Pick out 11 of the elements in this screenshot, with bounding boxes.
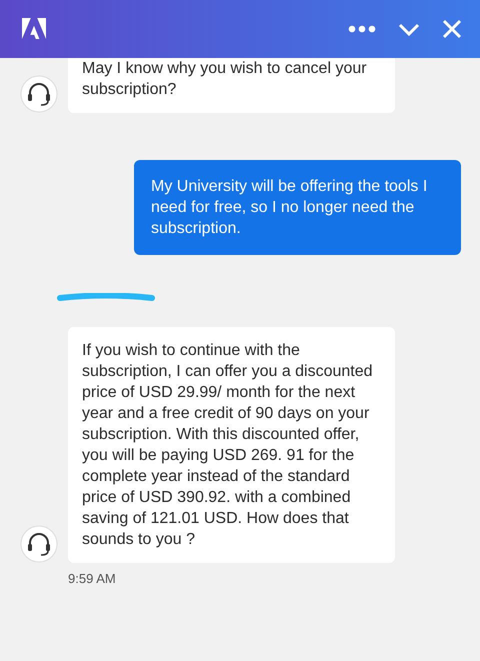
message-time: 9:59 AM [68, 570, 117, 588]
close-button[interactable] [442, 19, 462, 39]
more-icon [348, 25, 376, 33]
agent-message: May I know why you wish to cancel your subscription? [68, 58, 395, 113]
user-message: My University will be offering the tools I need for free, so I no longer need the subscription. [134, 160, 461, 255]
agent-message: If you wish to continue with the subscription, I can offer you a discounted price of USD 29.99/ month for the next year and a free credit of 90 days on your subscription. With this discounted offer, you will be paying USD 269. 91 for the complete year instead of the standard price of USD 390.92. with a combined saving of 121.01 USD. How does that sounds to you ? [68, 327, 395, 563]
logo-icon [22, 18, 46, 40]
headset-avatar-icon [20, 75, 58, 113]
close-icon [442, 19, 462, 39]
headset-avatar-icon [20, 525, 58, 563]
chevron-down-icon [398, 22, 420, 36]
